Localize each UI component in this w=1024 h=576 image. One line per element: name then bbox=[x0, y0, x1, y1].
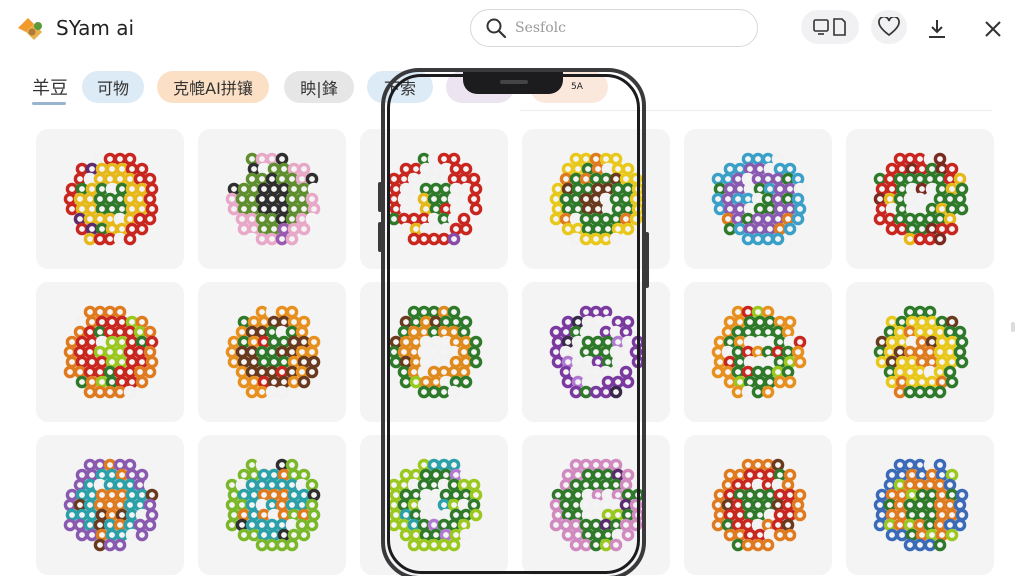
pattern-card[interactable] bbox=[360, 435, 508, 575]
top-bar: SYam ai bbox=[0, 0, 1024, 56]
bead-pattern-image bbox=[225, 458, 321, 552]
pattern-card[interactable] bbox=[36, 129, 184, 269]
pattern-card[interactable] bbox=[846, 282, 994, 422]
bead-pattern-image bbox=[63, 152, 159, 246]
pattern-card[interactable] bbox=[198, 129, 346, 269]
bead-pattern-image bbox=[549, 305, 645, 399]
pattern-card[interactable] bbox=[522, 282, 670, 422]
tab-item[interactable]: 可物 bbox=[82, 71, 144, 103]
bead-pattern-image bbox=[225, 152, 321, 246]
tab-item[interactable]: 下索 bbox=[367, 71, 433, 103]
bead-pattern-image bbox=[387, 305, 483, 399]
heart-icon bbox=[878, 17, 900, 37]
bead-pattern-image bbox=[711, 458, 807, 552]
app-name: SYam ai bbox=[56, 16, 135, 40]
category-tabs: 羊豆 可物 克㡙AI拼镶 眏|鋒 下索 bbox=[0, 66, 1024, 111]
bead-pattern-image bbox=[225, 305, 321, 399]
bead-pattern-image bbox=[63, 458, 159, 552]
tab-label: 可物 bbox=[96, 79, 129, 98]
tab-label: 眏|鋒 bbox=[300, 79, 338, 98]
favorite-button[interactable] bbox=[871, 10, 907, 44]
pattern-card[interactable] bbox=[846, 435, 994, 575]
tab-item[interactable]: 眏|鋒 bbox=[284, 71, 354, 103]
device-toggle-icon bbox=[813, 18, 846, 36]
bead-pattern-image bbox=[873, 305, 969, 399]
search-bar[interactable] bbox=[470, 9, 758, 47]
pattern-card[interactable] bbox=[522, 129, 670, 269]
logo-icon bbox=[18, 18, 42, 40]
pattern-card[interactable] bbox=[522, 435, 670, 575]
search-icon bbox=[486, 18, 507, 39]
scrollbar-thumb[interactable] bbox=[1011, 322, 1015, 332]
tab-active[interactable]: 羊豆 bbox=[30, 71, 70, 103]
pattern-card[interactable] bbox=[846, 129, 994, 269]
pattern-card[interactable] bbox=[360, 282, 508, 422]
pattern-card[interactable] bbox=[198, 282, 346, 422]
download-icon bbox=[929, 20, 945, 38]
pattern-card[interactable] bbox=[360, 129, 508, 269]
bead-pattern-image bbox=[873, 152, 969, 246]
pattern-card[interactable] bbox=[684, 129, 832, 269]
tab-item[interactable]: 克㡙AI拼镶 bbox=[157, 71, 269, 103]
bead-pattern-image bbox=[63, 305, 159, 399]
bead-pattern-image bbox=[873, 458, 969, 552]
bead-pattern-image bbox=[711, 305, 807, 399]
bead-pattern-image bbox=[387, 152, 483, 246]
app-window: SYam ai Sesfolc 羊豆 可物 克㡙AI拼镶 眏|鋒 下索 5A bbox=[0, 0, 1024, 576]
pattern-card[interactable] bbox=[684, 282, 832, 422]
brand[interactable]: SYam ai bbox=[16, 14, 134, 42]
tab-label: 克㡙AI拼镶 bbox=[173, 79, 253, 98]
active-tab-indicator bbox=[32, 102, 66, 105]
pattern-card[interactable] bbox=[198, 435, 346, 575]
search-input[interactable] bbox=[515, 20, 735, 36]
tab-item[interactable] bbox=[446, 71, 514, 103]
device-view-toggle[interactable] bbox=[801, 10, 859, 44]
pattern-card[interactable] bbox=[684, 435, 832, 575]
pattern-card[interactable] bbox=[36, 435, 184, 575]
bead-pattern-image bbox=[549, 458, 645, 552]
tab-item[interactable] bbox=[530, 71, 608, 103]
close-icon bbox=[985, 21, 1001, 37]
pattern-card[interactable] bbox=[36, 282, 184, 422]
bead-pattern-image bbox=[387, 458, 483, 552]
bead-pattern-image bbox=[549, 152, 645, 246]
bead-pattern-image bbox=[711, 152, 807, 246]
tab-label: 羊豆 bbox=[32, 78, 68, 99]
tab-label: 下索 bbox=[383, 79, 416, 98]
tabs-divider bbox=[520, 110, 992, 111]
download-button[interactable] bbox=[920, 12, 954, 46]
close-button[interactable] bbox=[976, 12, 1010, 46]
